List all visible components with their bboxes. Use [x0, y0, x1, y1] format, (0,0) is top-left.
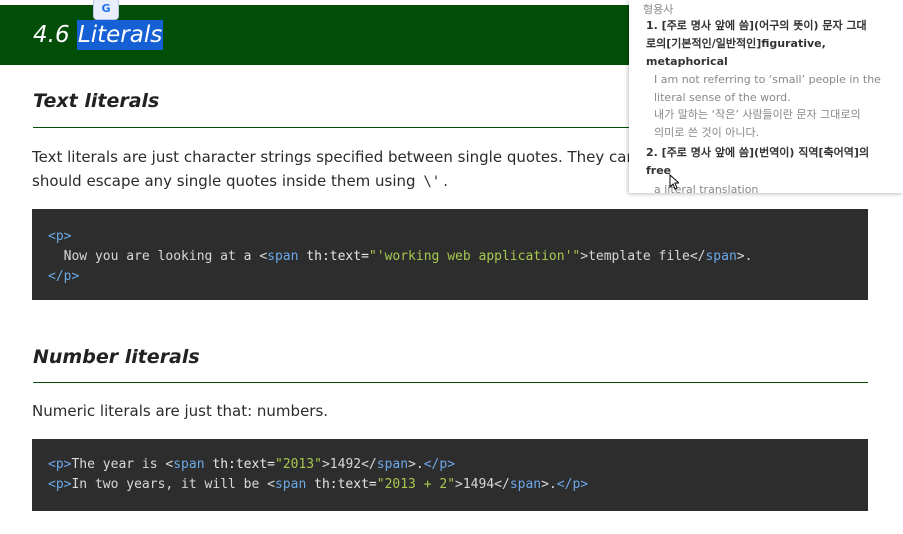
- page-title: 4.6 Literals: [33, 20, 164, 50]
- paragraph-line-2: should escape any single quotes inside t…: [32, 172, 416, 190]
- text-literals-heading: Text literals: [33, 90, 160, 112]
- code-block-text-literals: <p> Now you are looking at a <span th:te…: [32, 209, 868, 300]
- paragraph-line-1: Text literals are just character strings…: [32, 148, 663, 166]
- definition-line: 로의[기본적인/일반적인]figurative,: [646, 37, 826, 50]
- example-line: literal sense of the word.: [654, 90, 791, 104]
- code-token: In two years, it will be <: [71, 477, 275, 492]
- definition-line: metaphorical: [646, 55, 728, 68]
- code-token: >1494</: [455, 477, 510, 492]
- definition-line: 1. [주로 명사 앞에 씀](어구의 뜻이) 문자 그대: [646, 19, 867, 32]
- dictionary-popup[interactable]: 형용사 1. [주로 명사 앞에 씀](어구의 뜻이) 문자 그대 로의[기본적…: [629, 0, 903, 193]
- code-token: <p>: [48, 477, 72, 492]
- code-token: "2013": [275, 457, 322, 472]
- code-token: span: [173, 457, 205, 472]
- example-1: I am not referring to ‘small’ people in …: [654, 71, 902, 141]
- example-line: I am not referring to ‘small’ people in …: [654, 73, 881, 86]
- code-token: The year is <: [71, 457, 174, 472]
- code-token: </p>: [423, 457, 456, 472]
- code-token: <p>: [48, 457, 72, 472]
- number-literals-heading: Number literals: [33, 346, 200, 368]
- paragraph-line-1: Numeric literals are just that: numbers.: [32, 402, 329, 420]
- code-token: span: [509, 477, 542, 492]
- example-line: 의미로 쓴 것이 아니다.: [654, 125, 760, 139]
- text-literals-paragraph: Text literals are just character strings…: [32, 145, 663, 194]
- code-token: >.: [736, 249, 753, 264]
- definition-2: 2. [주로 명사 앞에 씀](번역이) 직역[축어역]의 free: [646, 144, 902, 180]
- code-token: "2013 + 2": [376, 477, 456, 492]
- code-token: </p>: [48, 269, 80, 284]
- code-token: >.: [541, 477, 557, 492]
- section-divider: [33, 382, 868, 383]
- code-token: span: [274, 477, 307, 492]
- definition-1: 1. [주로 명사 앞에 씀](어구의 뜻이) 문자 그대 로의[기본적인/일반…: [646, 17, 902, 71]
- code-token: th:text=: [298, 249, 369, 264]
- code-token: >.: [408, 457, 424, 472]
- example-line: 내가 말하는 ‘작은’ 사람들이란 문자 그대로의: [654, 108, 861, 121]
- code-token: </p>: [556, 477, 589, 492]
- inline-code-escape: \': [423, 174, 441, 190]
- code-block-number-literals: <p>The year is <span th:text="2013">1492…: [32, 439, 868, 511]
- google-translate-icon[interactable]: G: [93, 0, 119, 20]
- code-token: span: [705, 249, 737, 264]
- code-token: >1492</: [321, 457, 377, 472]
- section-number: 4.6: [33, 22, 70, 48]
- code-token: span: [376, 457, 409, 472]
- definition-line: free: [646, 164, 672, 177]
- code-token: span: [267, 249, 299, 264]
- code-token: th:text=: [306, 477, 377, 492]
- code-token: <p>: [48, 229, 72, 244]
- code-token: th:text=: [204, 457, 275, 472]
- code-token: Now you are looking at a: [48, 249, 260, 264]
- code-token: <: [259, 249, 268, 264]
- definition-line: 2. [주로 명사 앞에 씀](번역이) 직역[축어역]의: [646, 146, 870, 159]
- code-token: >template file</: [580, 249, 706, 264]
- mouse-cursor-icon: [669, 174, 679, 190]
- number-literals-paragraph: Numeric literals are just that: numbers.: [32, 399, 328, 423]
- part-of-speech-label: 형용사: [643, 3, 674, 16]
- selected-title-text[interactable]: Literals: [76, 20, 164, 50]
- example-2: a literal translation: [654, 181, 902, 193]
- code-token: "'working web application'": [368, 249, 581, 264]
- paragraph-trailing: .: [443, 172, 448, 190]
